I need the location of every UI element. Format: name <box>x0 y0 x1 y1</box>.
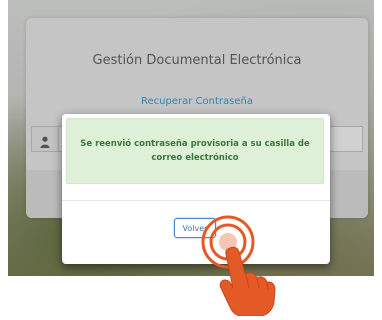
success-alert: Se reenvió contraseña provisoria a su ca… <box>66 118 324 184</box>
notification-modal: Se reenvió contraseña provisoria a su ca… <box>62 114 330 264</box>
pointing-hand-icon <box>212 244 276 317</box>
modal-divider <box>62 200 330 201</box>
success-message: Se reenvió contraseña provisoria a su ca… <box>80 139 310 163</box>
